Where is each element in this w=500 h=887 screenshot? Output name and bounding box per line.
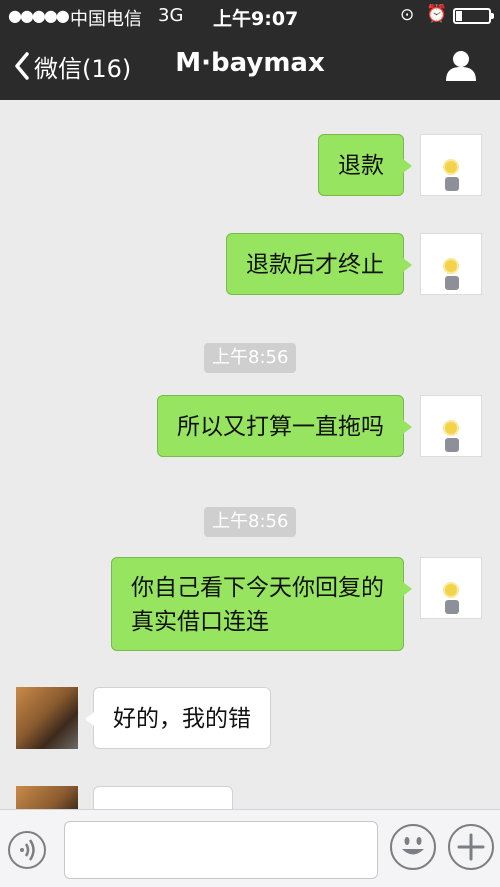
chat-title: M·baymax xyxy=(175,48,325,78)
message-text: 所以又打算一直拖吗 xyxy=(177,414,384,440)
alarm-icon: ⏰ xyxy=(426,4,448,24)
message-bubble[interactable]: 好的，我的错 xyxy=(85,687,271,749)
network-type: 3G xyxy=(158,5,184,26)
message-bubble[interactable] xyxy=(93,786,233,809)
carrier-name: 中国电信 xyxy=(70,9,142,30)
message-input[interactable] xyxy=(64,821,378,879)
rotation-lock-icon: ⊙ xyxy=(400,5,415,25)
input-bar xyxy=(0,809,500,887)
emoji-button[interactable] xyxy=(390,824,436,870)
header: ●●●●● 中国电信 3G 上午9:07 ⊙ ⏰ 微信(16) M·baymax xyxy=(0,0,500,100)
more-button[interactable] xyxy=(448,824,494,870)
my-avatar[interactable] xyxy=(420,557,482,619)
contact-avatar[interactable] xyxy=(16,687,78,749)
person-icon xyxy=(446,51,476,81)
my-avatar[interactable] xyxy=(420,134,482,196)
status-time: 上午9:07 xyxy=(213,8,299,30)
chat-area[interactable]: 退款 退款后才终止 上午8:56 所以又打算一直拖吗 上午8:56 你自己看下今… xyxy=(0,100,500,809)
status-bar: ●●●●● 中国电信 3G 上午9:07 ⊙ ⏰ xyxy=(0,0,500,32)
message-text: 退款 xyxy=(338,153,384,179)
message-text: 真实借口连连 xyxy=(131,609,269,635)
profile-button[interactable] xyxy=(444,48,478,82)
message-text: 你自己看下今天你回复的 xyxy=(131,575,384,601)
message-bubble[interactable]: 退款后才终止 xyxy=(226,233,412,295)
message-text: 退款后才终止 xyxy=(246,252,384,278)
message-bubble[interactable]: 你自己看下今天你回复的 真实借口连连 xyxy=(111,557,412,651)
signal-strength: ●●●●● xyxy=(8,6,70,25)
message-bubble[interactable]: 退款 xyxy=(318,134,412,196)
timestamp: 上午8:56 xyxy=(204,507,297,537)
my-avatar[interactable] xyxy=(420,395,482,457)
message-bubble[interactable]: 所以又打算一直拖吗 xyxy=(157,395,412,457)
smiley-icon xyxy=(402,837,424,855)
message-text: 好的，我的错 xyxy=(113,706,251,732)
timestamp: 上午8:56 xyxy=(204,343,297,373)
my-avatar[interactable] xyxy=(420,233,482,295)
plus-icon xyxy=(457,833,485,861)
battery-icon xyxy=(453,8,494,24)
contact-avatar[interactable] xyxy=(16,786,78,809)
voice-button[interactable] xyxy=(8,831,46,869)
voice-icon xyxy=(20,839,35,861)
